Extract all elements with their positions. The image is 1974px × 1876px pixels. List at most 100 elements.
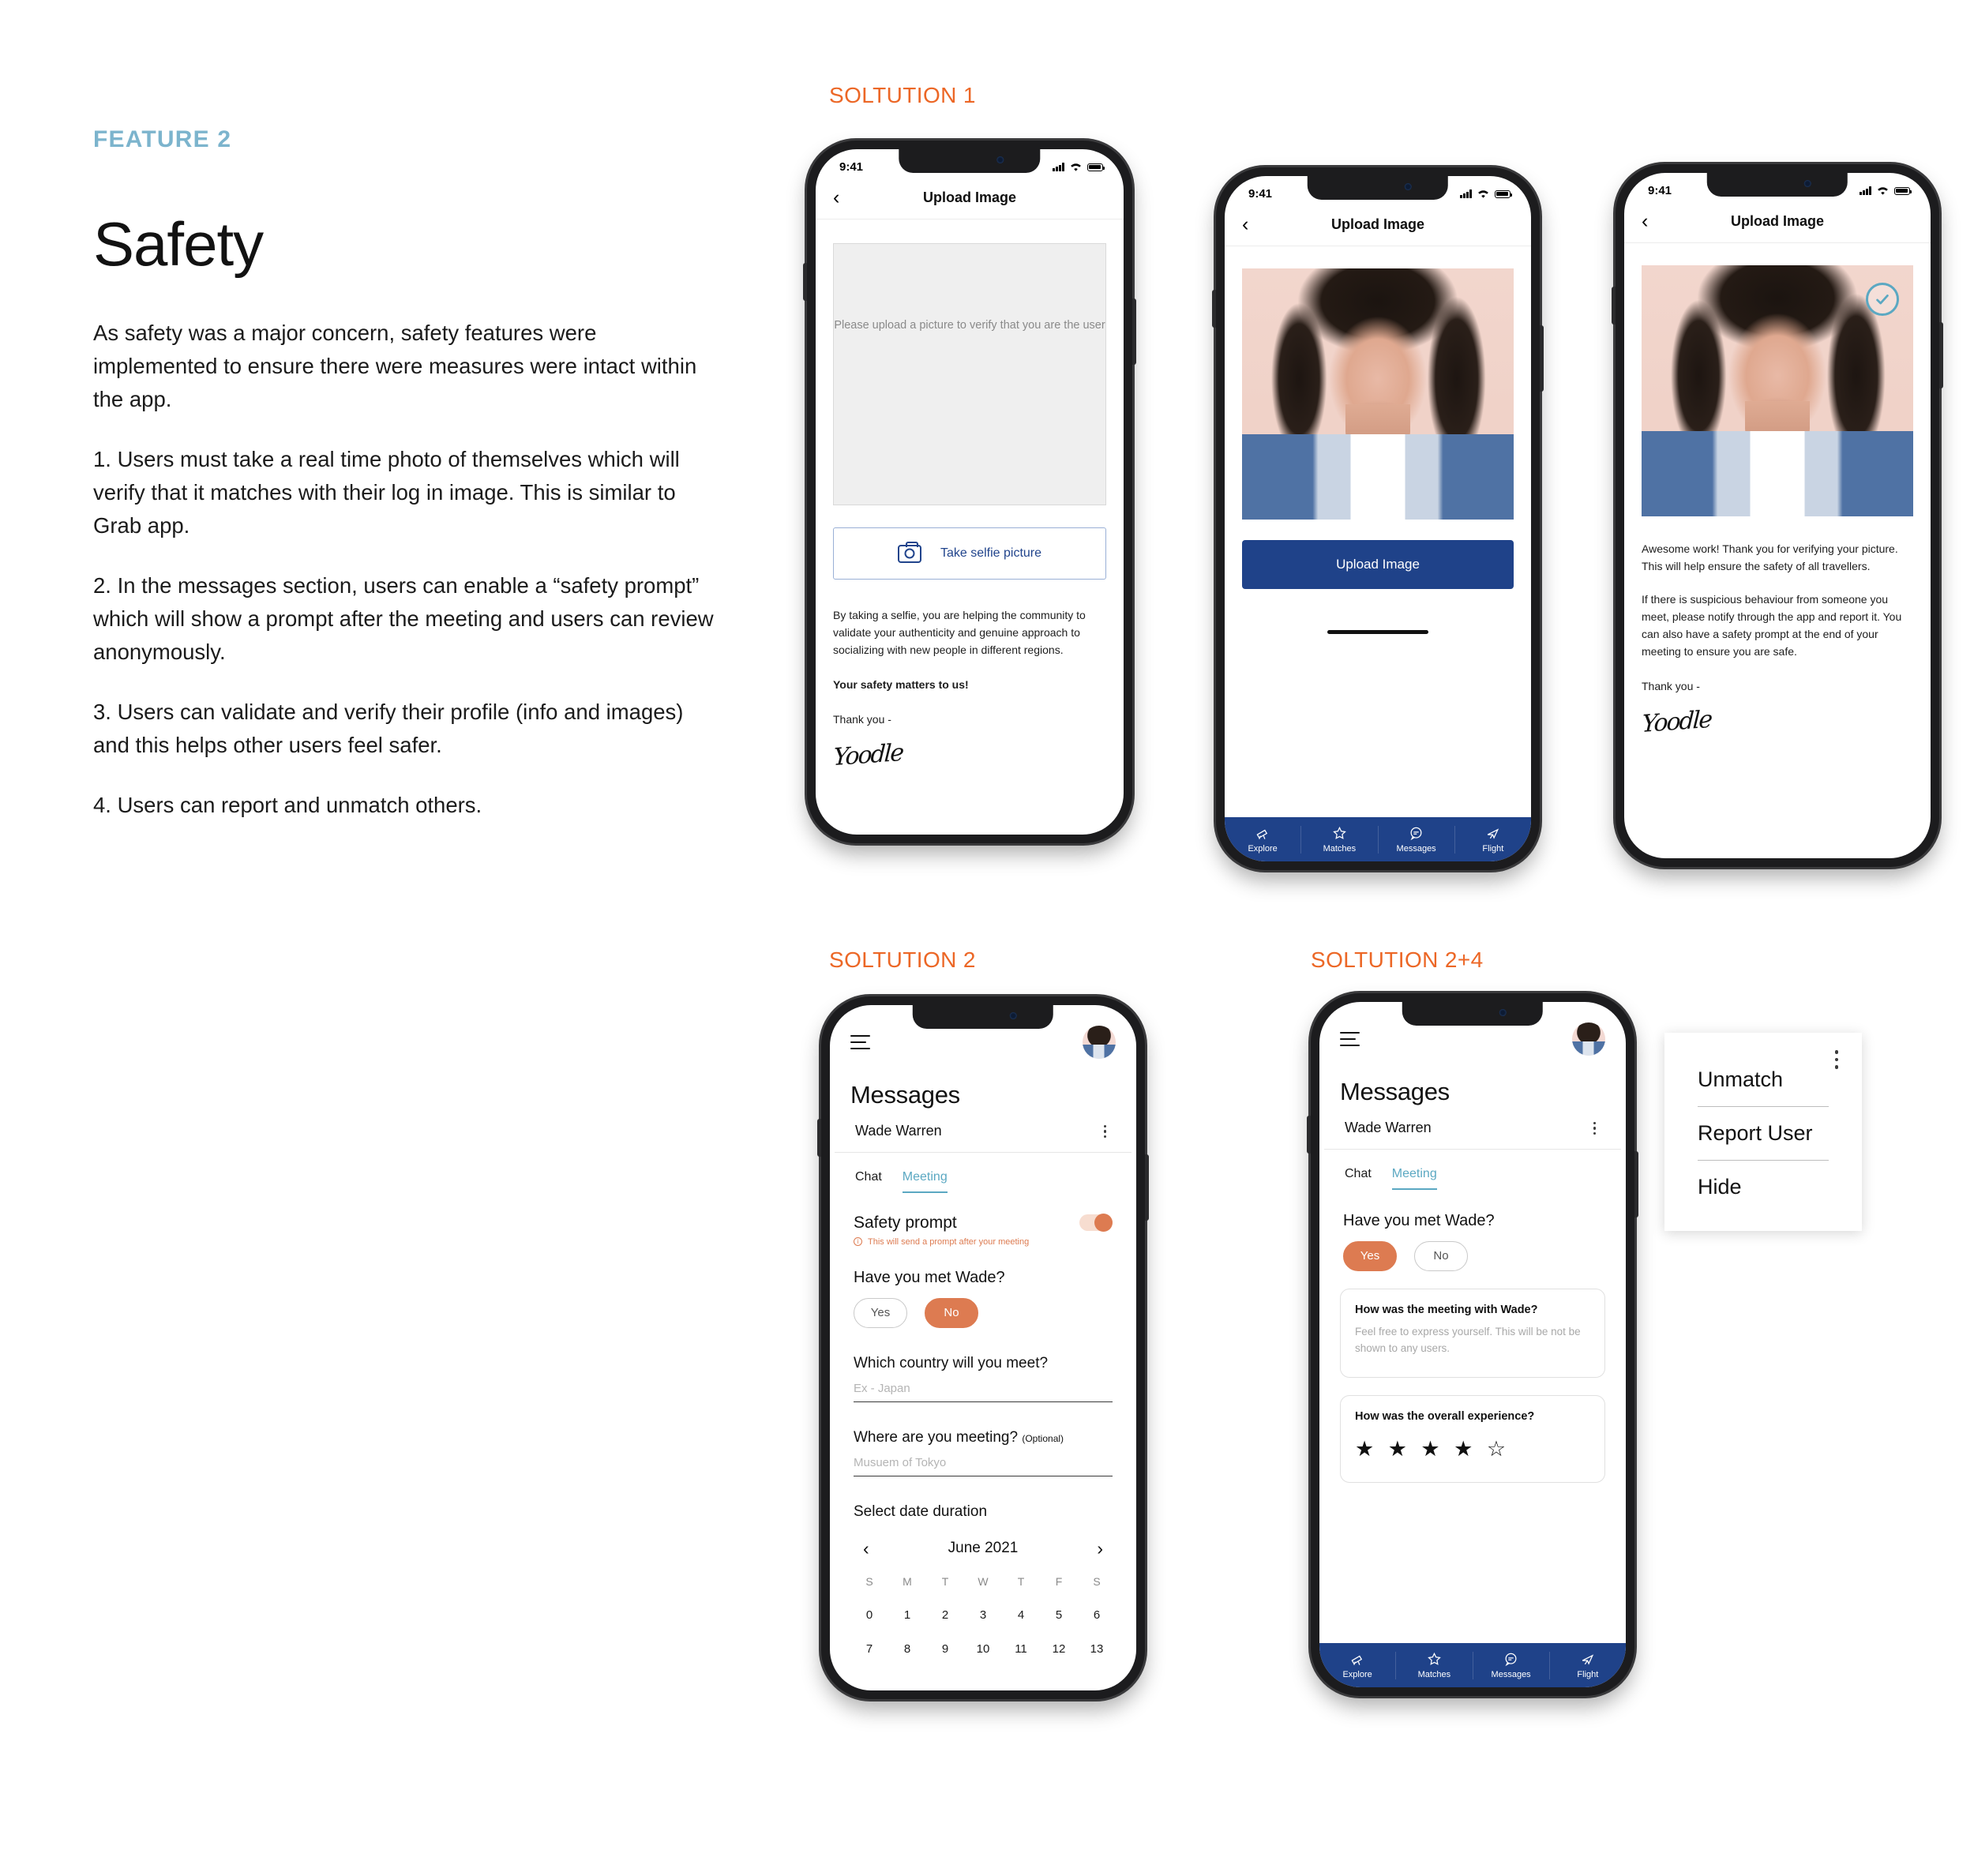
calendar-day[interactable]: 0 <box>850 1608 888 1622</box>
calendar-day[interactable]: 10 <box>964 1642 1002 1656</box>
portfolio-slide: FEATURE 2 Safety As safety was a major c… <box>0 0 1974 1876</box>
tab-explore[interactable]: Explore <box>1225 825 1302 854</box>
dow-tue: T <box>941 1574 949 1588</box>
calendar-day[interactable]: 11 <box>1002 1642 1040 1656</box>
phone-upload-verified: 9:41 ‹ Upload Image Awesome work! Thank … <box>1612 164 1943 867</box>
meeting-review-card[interactable]: How was the meeting with Wade? Feel free… <box>1340 1288 1605 1378</box>
nav-bar: ‹ Upload Image <box>1624 199 1931 243</box>
phone-messages-meeting-form: Messages Wade Warren Chat Meeting Safety… <box>817 996 1149 1699</box>
tab-meeting[interactable]: Meeting <box>1391 1167 1437 1190</box>
country-input[interactable]: Ex - Japan <box>854 1382 1113 1402</box>
notch <box>1402 1002 1544 1026</box>
status-bar: 9:41 <box>1624 173 1931 199</box>
upload-dropzone[interactable]: Please upload a picture to verify that y… <box>833 243 1106 505</box>
upload-image-button[interactable]: Upload Image <box>1242 540 1514 589</box>
met-no-button[interactable]: No <box>1414 1240 1468 1271</box>
chat-bubble-icon <box>1505 1653 1517 1666</box>
safety-prompt-hint-text: This will send a prompt after your meeti… <box>868 1236 1030 1247</box>
photo-denim-jacket <box>1642 430 1913 516</box>
feature-kicker: FEATURE 2 <box>93 126 232 152</box>
tab-explore-label: Explore <box>1248 843 1278 854</box>
safety-prompt-row: Safety prompt <box>830 1193 1136 1233</box>
status-bar: 9:41 <box>816 149 1124 175</box>
calendar-prev-button[interactable]: ‹ <box>863 1538 869 1559</box>
tab-explore[interactable]: Explore <box>1319 1651 1397 1679</box>
calendar-day[interactable]: 5 <box>1040 1608 1078 1622</box>
menu-item-report-user[interactable]: Report User <box>1664 1107 1862 1160</box>
selfie-explainer: By taking a selfie, you are helping the … <box>833 606 1106 728</box>
dow-wed: W <box>978 1574 989 1588</box>
conversation-tabs: Chat Meeting <box>830 1153 1136 1193</box>
status-icons <box>1860 186 1912 196</box>
cellular-signal-icon <box>1460 189 1472 198</box>
status-time: 9:41 <box>1248 187 1273 201</box>
back-button[interactable]: ‹ <box>1242 215 1266 234</box>
tab-flight[interactable]: Flight <box>1550 1652 1626 1679</box>
avatar[interactable] <box>1572 1022 1605 1056</box>
take-selfie-button[interactable]: Take selfie picture <box>833 527 1106 580</box>
where-field-label: Where are you meeting? (Optional) <box>830 1402 1136 1446</box>
calendar-day[interactable]: 13 <box>1078 1642 1116 1656</box>
bottom-tab-bar: Explore Matches Messages Flight <box>1319 1643 1626 1687</box>
back-button[interactable]: ‹ <box>833 188 857 208</box>
calendar-day[interactable]: 8 <box>888 1642 926 1656</box>
solution-2-label: SOLTUTION 2 <box>829 947 976 972</box>
tab-meeting[interactable]: Meeting <box>902 1170 948 1193</box>
menu-icon[interactable] <box>1340 1031 1360 1047</box>
where-field-text: Where are you meeting? <box>854 1428 1019 1446</box>
status-bar: 9:41 <box>1225 176 1531 202</box>
calendar-day[interactable]: 9 <box>926 1642 964 1656</box>
tab-chat[interactable]: Chat <box>855 1170 882 1193</box>
airplane-icon <box>1488 827 1499 839</box>
tab-matches-label: Matches <box>1417 1669 1451 1679</box>
tab-flight[interactable]: Flight <box>1455 826 1531 854</box>
more-options-icon[interactable] <box>1834 1050 1838 1069</box>
screen-messages-meeting: Messages Wade Warren Chat Meeting Safety… <box>830 1005 1136 1690</box>
safety-prompt-toggle[interactable] <box>1079 1214 1113 1233</box>
photo-portrait <box>1242 268 1514 520</box>
wifi-icon <box>1478 189 1488 198</box>
selfie-explainer-text: By taking a selfie, you are helping the … <box>833 609 1086 656</box>
more-options-icon[interactable] <box>1589 1119 1601 1138</box>
met-yes-button[interactable]: Yes <box>854 1297 907 1328</box>
met-no-button[interactable]: No <box>925 1297 978 1328</box>
calendar-next-button[interactable]: › <box>1097 1538 1103 1559</box>
tab-matches[interactable]: Matches <box>1301 825 1379 854</box>
dow-mon: M <box>903 1574 912 1588</box>
conversation-name: Wade Warren <box>1345 1120 1432 1136</box>
more-options-icon[interactable] <box>1099 1122 1111 1141</box>
phone-upload-empty: 9:41 ‹ Upload Image Please upload a pict… <box>803 141 1136 843</box>
experience-rating-question: How was the overall experience? <box>1355 1409 1535 1423</box>
experience-rating-card[interactable]: How was the overall experience? ★ ★ ★ ★ … <box>1340 1394 1605 1483</box>
calendar-day[interactable]: 4 <box>1002 1608 1040 1622</box>
airplane-icon <box>1582 1653 1594 1665</box>
conversation-header: Wade Warren <box>835 1109 1131 1153</box>
calendar-day[interactable]: 7 <box>850 1642 888 1656</box>
calendar-day[interactable]: 1 <box>888 1608 926 1622</box>
verified-copy-1: Awesome work! Thank you for verifying yo… <box>1642 542 1898 572</box>
calendar-day[interactable]: 3 <box>964 1608 1002 1622</box>
status-icons <box>1053 163 1105 172</box>
menu-item-hide[interactable]: Hide <box>1664 1161 1862 1214</box>
camera-icon <box>897 541 921 563</box>
where-input[interactable]: Musuem of Tokyo <box>854 1456 1113 1476</box>
calendar-day[interactable]: 2 <box>926 1608 964 1622</box>
back-button[interactable]: ‹ <box>1642 212 1665 231</box>
calendar-day[interactable]: 12 <box>1040 1642 1078 1656</box>
calendar-day[interactable]: 6 <box>1078 1608 1116 1622</box>
telescope-icon <box>1256 829 1267 839</box>
tab-chat[interactable]: Chat <box>1345 1167 1372 1190</box>
tab-matches[interactable]: Matches <box>1396 1651 1473 1679</box>
screen-upload-verified: 9:41 ‹ Upload Image Awesome work! Thank … <box>1624 173 1931 858</box>
star-rating-icon[interactable]: ★ ★ ★ ★ ☆ <box>1355 1437 1590 1461</box>
menu-icon[interactable] <box>850 1034 870 1050</box>
avatar[interactable] <box>1083 1026 1116 1059</box>
tab-flight-label: Flight <box>1482 843 1504 854</box>
menu-item-unmatch[interactable]: Unmatch <box>1664 1053 1862 1106</box>
tab-messages[interactable]: Messages <box>1473 1651 1550 1679</box>
info-icon: i <box>854 1237 862 1247</box>
tab-flight-label: Flight <box>1577 1669 1599 1679</box>
met-yes-button[interactable]: Yes <box>1343 1240 1397 1271</box>
meeting-review-question: How was the meeting with Wade? <box>1355 1303 1538 1316</box>
tab-messages[interactable]: Messages <box>1379 825 1455 854</box>
